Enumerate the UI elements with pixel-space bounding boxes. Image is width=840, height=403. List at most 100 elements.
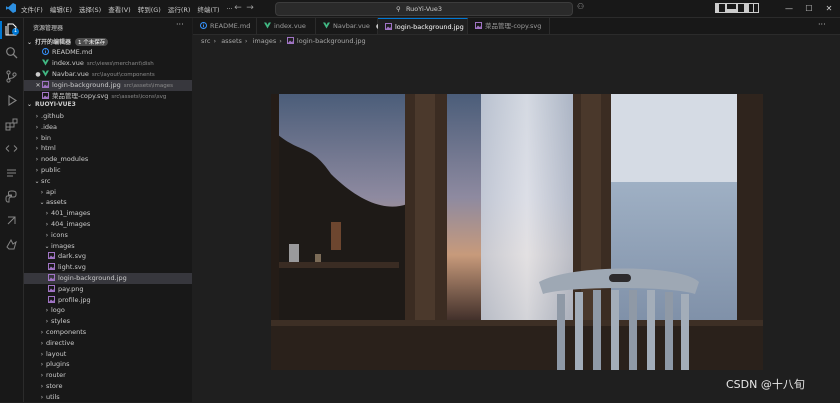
command-center-search[interactable]: ⚲ RuoYi-Vue3: [275, 2, 573, 16]
tree-item-label: plugins: [46, 360, 70, 369]
python-icon[interactable]: [5, 190, 18, 203]
tree-file[interactable]: pay.png: [24, 284, 192, 295]
tab-0[interactable]: README.md: [193, 18, 257, 34]
chevron-right-icon: ›: [40, 339, 44, 347]
chevron-right-icon: ›: [35, 145, 39, 153]
tree-file[interactable]: login-background.jpg: [24, 273, 192, 284]
explorer-more-actions-icon[interactable]: ···: [176, 20, 184, 29]
tree-folder[interactable]: › logo: [24, 305, 192, 316]
menu-bar: 文件(F) 编辑(E) 选择(S) 查看(V) 转到(G) 运行(R) 终端(T…: [21, 0, 240, 17]
tree-folder[interactable]: › utils: [24, 392, 192, 403]
tree-folder[interactable]: › node_modules: [24, 154, 192, 165]
copilot-chat-icon[interactable]: [5, 238, 18, 251]
tree-item-label: 404_images: [51, 220, 91, 228]
tree-folder[interactable]: ⌄assets: [24, 197, 192, 208]
tab-4[interactable]: 菜品管理-copy.svg: [468, 18, 550, 34]
tree-item-label: .idea: [41, 122, 57, 131]
menu-run[interactable]: 运行(R): [168, 4, 191, 14]
info-icon: [42, 48, 49, 55]
toggle-secondary-sidebar-icon[interactable]: [737, 3, 748, 13]
back-arrow-icon[interactable]: ←: [232, 2, 244, 14]
customize-layout-icon[interactable]: [748, 3, 759, 13]
info-icon: [200, 22, 207, 29]
tree-folder[interactable]: › plugins: [24, 359, 192, 370]
tab-2[interactable]: Navbar.vue●: [316, 18, 382, 34]
tree-folder[interactable]: › .idea: [24, 122, 192, 133]
extensions-icon[interactable]: [5, 118, 18, 131]
breadcrumb-images[interactable]: images: [253, 37, 277, 45]
copilot-icon[interactable]: ⚇: [577, 2, 584, 11]
tree-folder[interactable]: › components: [24, 327, 192, 338]
tree-folder[interactable]: › 404_images: [24, 219, 192, 230]
tab-1[interactable]: index.vue: [257, 18, 316, 34]
tree-folder[interactable]: › layout: [24, 349, 192, 360]
tree-folder[interactable]: › public: [24, 165, 192, 176]
breadcrumb-file[interactable]: login-background.jpg: [297, 37, 366, 45]
tree-folder[interactable]: › router: [24, 370, 192, 381]
close-editor-icon[interactable]: ✕: [34, 80, 42, 91]
chevron-right-icon: ›: [45, 231, 49, 239]
tree-folder[interactable]: › html: [24, 143, 192, 154]
menu-edit[interactable]: 编辑(E): [50, 4, 72, 14]
svg-icon: [48, 252, 55, 260]
tree-item-label: src: [41, 176, 51, 185]
open-editors-header[interactable]: ⌄ 打开的编辑器 1 个未保存: [27, 37, 109, 46]
tree-item-label: 401_images: [51, 209, 91, 218]
tree-folder[interactable]: › directive: [24, 338, 192, 349]
unsaved-dot-icon[interactable]: ●: [34, 69, 42, 80]
chevron-down-icon: ⌄: [27, 101, 33, 108]
project-header[interactable]: ⌄ RUOYI-VUE3: [27, 101, 76, 108]
editor-more-actions-icon[interactable]: ···: [818, 20, 826, 29]
remote-explorer-icon[interactable]: [5, 142, 18, 155]
menu-selection[interactable]: 选择(S): [79, 4, 101, 14]
forward-arrow-icon[interactable]: →: [244, 2, 256, 14]
maximize-icon[interactable]: ☐: [799, 0, 819, 17]
image-icon: [48, 274, 55, 281]
file-name: 菜品管理-copy.svg: [52, 92, 109, 100]
tree-folder[interactable]: ⌄src: [24, 176, 192, 187]
search-view-icon[interactable]: [5, 46, 18, 59]
tree-folder[interactable]: › bin: [24, 133, 192, 144]
code-assistant-icon[interactable]: [5, 214, 18, 227]
menu-file[interactable]: 文件(F): [21, 4, 43, 14]
open-editor-item[interactable]: ● Navbar.vue src\layout\components: [24, 69, 192, 80]
vue-icon: [323, 22, 330, 29]
menu-goto[interactable]: 转到(G): [138, 4, 161, 14]
tab-3[interactable]: login-background.jpg: [378, 18, 468, 34]
tree-folder[interactable]: › styles: [24, 316, 192, 327]
tree-file[interactable]: dark.svg: [24, 251, 192, 262]
tree-folder[interactable]: › icons: [24, 230, 192, 241]
tree-item-label: node_modules: [41, 155, 89, 164]
window-controls: — ☐ ✕: [779, 0, 839, 17]
tree-folder[interactable]: › .github: [24, 111, 192, 122]
tongyi-lingma-icon[interactable]: [5, 166, 18, 179]
tree-folder[interactable]: › api: [24, 187, 192, 198]
menu-terminal[interactable]: 终端(T): [197, 4, 219, 14]
tree-file[interactable]: profile.jpg: [24, 295, 192, 306]
chevron-down-icon: ⌄: [34, 177, 40, 185]
tab-label: Navbar.vue: [333, 22, 370, 30]
tree-folder[interactable]: › 401_images: [24, 208, 192, 219]
open-editor-item[interactable]: index.vue src\views\merchant\dish: [24, 58, 192, 69]
tree-file[interactable]: light.svg: [24, 262, 192, 273]
chevron-right-icon: ›: [35, 167, 39, 174]
source-control-icon[interactable]: [5, 70, 18, 83]
run-debug-icon[interactable]: [5, 94, 18, 107]
breadcrumb-assets[interactable]: assets: [221, 37, 242, 45]
breadcrumb-src[interactable]: src: [201, 37, 211, 45]
minimize-icon[interactable]: —: [779, 0, 799, 17]
login-background-image[interactable]: [271, 94, 763, 370]
open-editor-item[interactable]: README.md: [24, 47, 192, 58]
open-editor-item[interactable]: ✕ login-background.jpg src\assets\images: [24, 80, 192, 91]
close-icon[interactable]: ✕: [819, 0, 839, 17]
toggle-panel-icon[interactable]: [726, 3, 737, 13]
tree-item-label: bin: [41, 133, 52, 142]
tree-item-label: dark.svg: [58, 252, 86, 261]
file-name: Navbar.vue: [52, 70, 89, 78]
toggle-primary-sidebar-icon[interactable]: [715, 3, 726, 13]
explorer-title: 资源管理器: [33, 25, 64, 32]
explorer-sidebar: 资源管理器 ··· ⌄ 打开的编辑器 1 个未保存 README.md index.v…: [24, 18, 216, 403]
tree-folder[interactable]: › store: [24, 381, 192, 392]
menu-view[interactable]: 查看(V): [108, 4, 131, 14]
tree-folder[interactable]: ⌄images: [24, 241, 192, 252]
